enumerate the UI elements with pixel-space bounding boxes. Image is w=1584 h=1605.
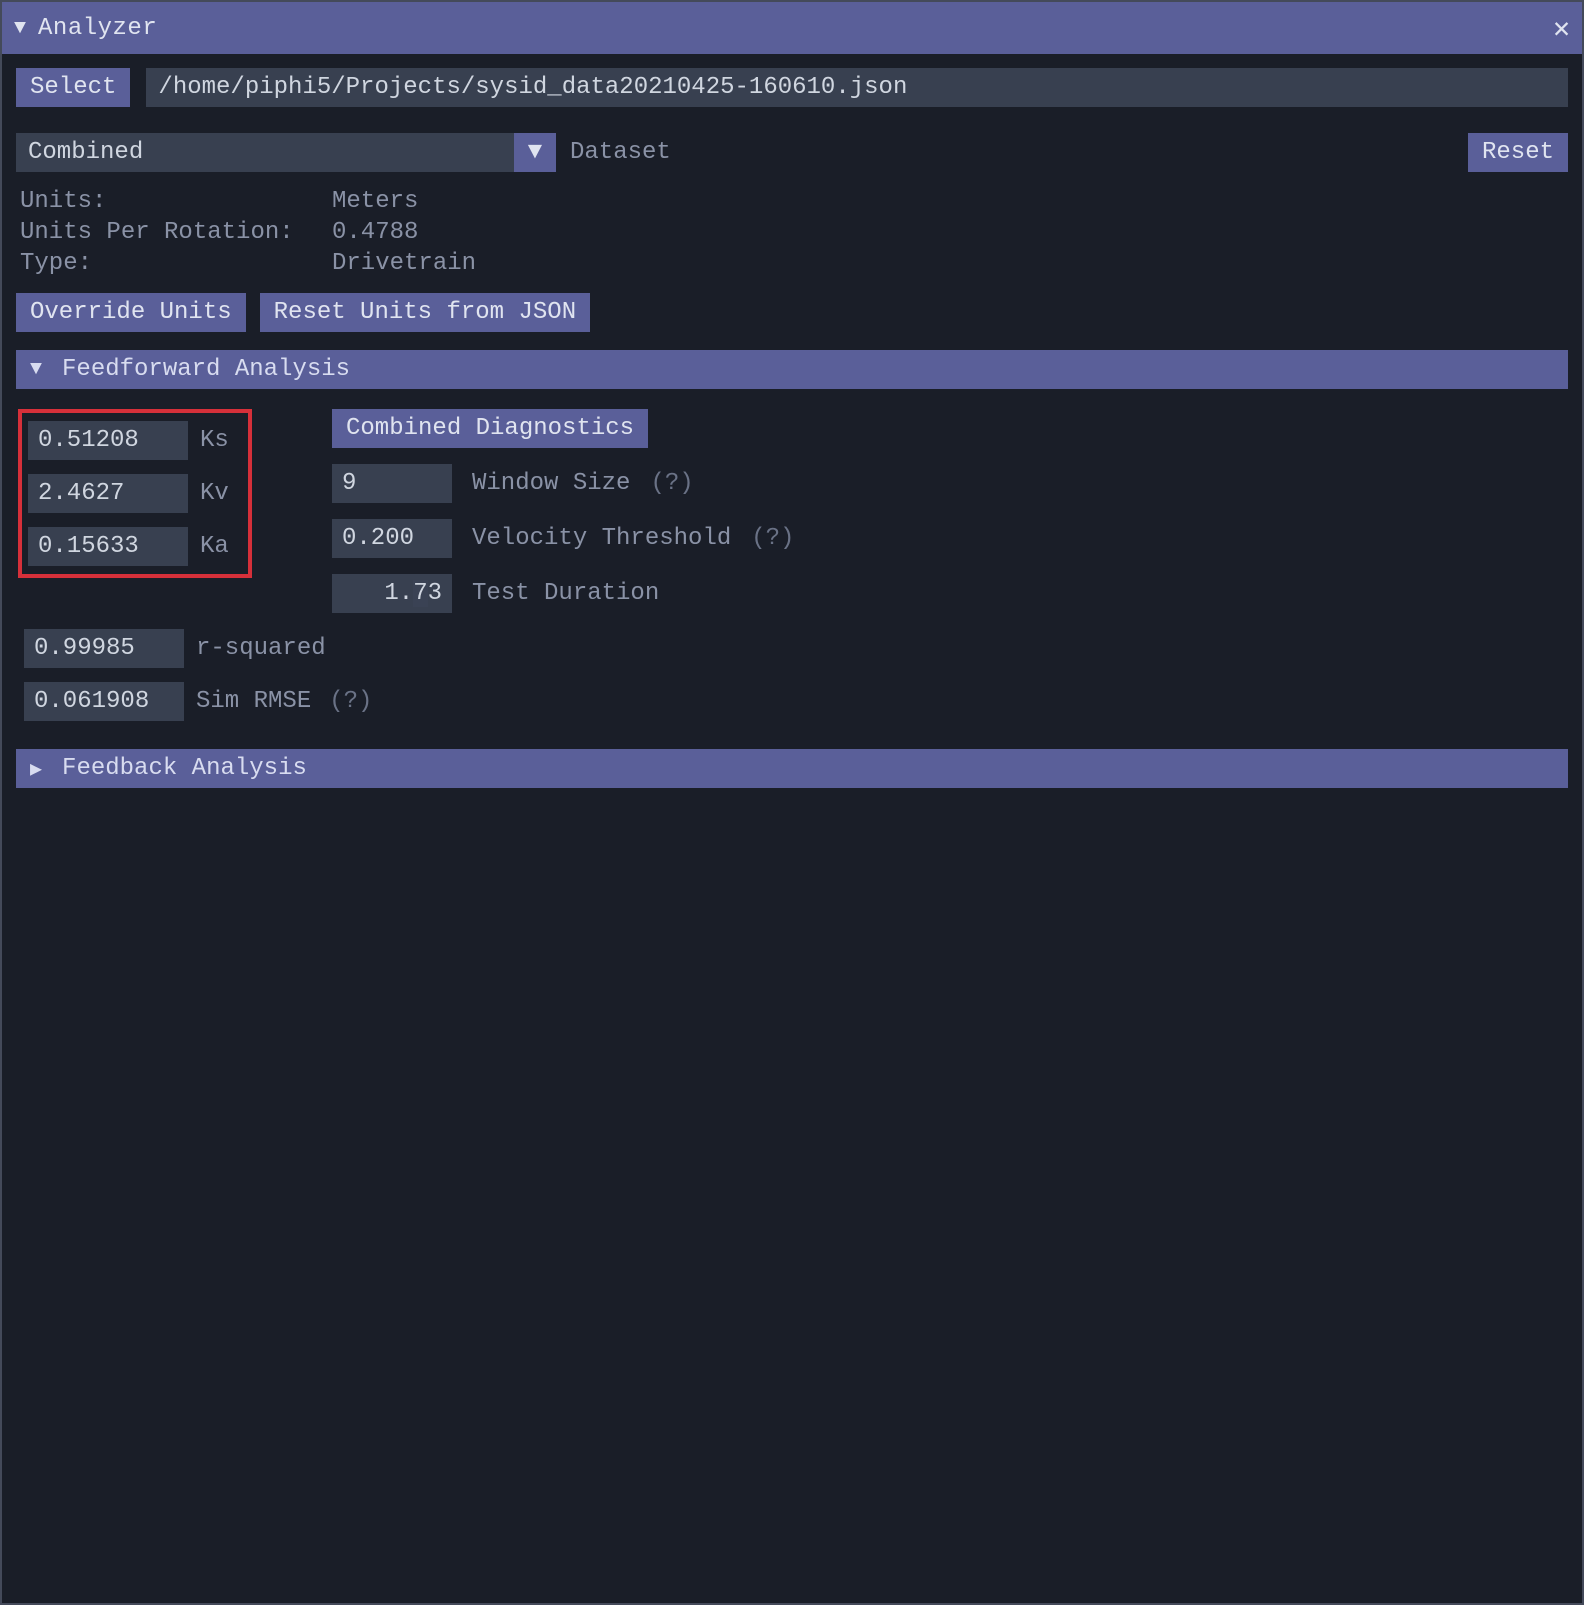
kv-value-input[interactable]	[28, 474, 188, 513]
help-icon[interactable]: (?)	[650, 470, 693, 497]
sim-rmse-row: Sim RMSE (?)	[24, 682, 1566, 721]
ks-label: Ks	[200, 427, 240, 454]
upr-value: 0.4788	[332, 219, 1564, 246]
type-value: Drivetrain	[332, 250, 1564, 277]
file-row: Select	[16, 68, 1568, 107]
window-size-label: Window Size	[472, 470, 630, 497]
r-squared-row: r-squared	[24, 629, 1566, 668]
test-duration-row: 1.73 Test Duration	[332, 574, 794, 613]
window-size-input[interactable]	[332, 464, 452, 503]
titlebar[interactable]: ▼ Analyzer ✕	[2, 2, 1582, 54]
sim-rmse-label: Sim RMSE	[196, 688, 311, 715]
dataset-combo[interactable]: Combined ▼	[16, 133, 556, 172]
collapse-icon[interactable]: ▼	[30, 358, 42, 381]
help-icon[interactable]: (?)	[329, 688, 372, 715]
fit-metrics: r-squared Sim RMSE (?)	[18, 629, 1566, 721]
chevron-down-icon[interactable]: ▼	[514, 133, 556, 172]
gain-row-kv: Kv	[28, 474, 240, 513]
dataset-label: Dataset	[570, 139, 671, 166]
expand-icon[interactable]: ▶	[30, 756, 42, 782]
collapse-icon[interactable]: ▼	[14, 17, 26, 40]
window-body: Select Combined ▼ Dataset Reset Units: M…	[2, 54, 1582, 1603]
reset-button[interactable]: Reset	[1468, 133, 1568, 172]
gain-row-ks: Ks	[28, 421, 240, 460]
type-label: Type:	[20, 250, 330, 277]
override-units-button[interactable]: Override Units	[16, 293, 246, 332]
ks-value-input[interactable]	[28, 421, 188, 460]
gain-row-ka: Ka	[28, 527, 240, 566]
units-label: Units:	[20, 188, 330, 215]
select-button[interactable]: Select	[16, 68, 130, 107]
ka-label: Ka	[200, 533, 240, 560]
dataset-row: Combined ▼ Dataset Reset	[16, 133, 1568, 172]
test-duration-label: Test Duration	[472, 580, 659, 607]
window-title: Analyzer	[38, 15, 1553, 42]
dataset-combo-value: Combined	[16, 133, 514, 172]
feedback-header[interactable]: ▶ Feedback Analysis	[16, 749, 1568, 788]
units-value: Meters	[332, 188, 1564, 215]
close-icon[interactable]: ✕	[1553, 11, 1570, 46]
diagnostics-col: Combined Diagnostics Window Size (?) Vel…	[332, 409, 794, 613]
feedforward-body: Ks Kv Ka Combined Diagnostics	[16, 399, 1568, 731]
velocity-threshold-input[interactable]	[332, 519, 452, 558]
text-selection: 7	[413, 580, 427, 607]
ka-value-input[interactable]	[28, 527, 188, 566]
section-title: Feedforward Analysis	[62, 356, 350, 383]
gains-highlight-box: Ks Kv Ka	[18, 409, 252, 578]
combined-diagnostics-button[interactable]: Combined Diagnostics	[332, 409, 648, 448]
r-squared-input[interactable]	[24, 629, 184, 668]
window-size-row: Window Size (?)	[332, 464, 794, 503]
feedforward-header[interactable]: ▼ Feedforward Analysis	[16, 350, 1568, 389]
kv-label: Kv	[200, 480, 240, 507]
test-duration-input[interactable]: 1.73	[332, 574, 452, 613]
velocity-threshold-row: Velocity Threshold (?)	[332, 519, 794, 558]
ff-top: Ks Kv Ka Combined Diagnostics	[18, 409, 1566, 613]
reset-units-json-button[interactable]: Reset Units from JSON	[260, 293, 590, 332]
help-icon[interactable]: (?)	[751, 525, 794, 552]
velocity-threshold-label: Velocity Threshold	[472, 525, 731, 552]
sim-rmse-input[interactable]	[24, 682, 184, 721]
upr-label: Units Per Rotation:	[20, 219, 330, 246]
info-grid: Units: Meters Units Per Rotation: 0.4788…	[16, 182, 1568, 283]
section-title: Feedback Analysis	[62, 755, 307, 782]
r-squared-label: r-squared	[196, 635, 326, 662]
analyzer-window: ▼ Analyzer ✕ Select Combined ▼ Dataset R…	[0, 0, 1584, 1605]
units-buttons-row: Override Units Reset Units from JSON	[16, 293, 1568, 332]
file-path-input[interactable]	[146, 68, 1568, 107]
